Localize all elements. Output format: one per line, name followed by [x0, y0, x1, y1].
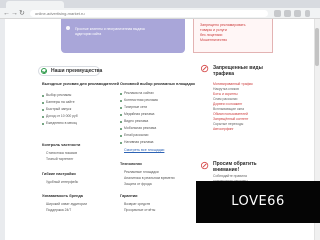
forbidden-item: Накрутка кликов — [213, 87, 239, 91]
warning-line: без лицензии — [200, 33, 223, 37]
list-item: Доход от 10 000 руб — [46, 114, 78, 118]
list-item: Email рассылки — [124, 133, 149, 137]
list-item: Точный таргетинг — [46, 157, 74, 161]
list-item: Ежедневно в месяц — [46, 121, 78, 125]
list-item: Рекламные площадки — [124, 170, 159, 174]
bullet-icon — [42, 95, 44, 97]
forbidden-title: Запрещенные виды трафика — [213, 65, 263, 77]
forbidden-item: Боты и скрипты — [213, 92, 238, 96]
back-icon[interactable]: ← — [3, 8, 10, 19]
forbidden-item: Спам рассылки — [213, 97, 238, 101]
list-item: Нативная реклама — [124, 140, 154, 144]
forward-icon[interactable]: → — [11, 8, 18, 19]
col2-heading-3: Гарантии — [120, 194, 138, 198]
list-item: Прозрачные отчёты — [124, 208, 156, 212]
bullet-icon — [42, 109, 44, 111]
banner-note-2: аудитории сайта — [75, 32, 102, 36]
scrollbar-thumb[interactable] — [315, 28, 319, 66]
warning-line: Запрещено рекламировать — [200, 23, 246, 27]
screen: ← → ↻ online-advertising-market.ru Прост… — [0, 0, 320, 240]
bullet-icon — [120, 135, 122, 137]
bullet-icon — [120, 142, 122, 144]
reload-icon[interactable]: ↻ — [19, 8, 25, 19]
bullet-icon — [42, 102, 44, 104]
profile-icon[interactable] — [294, 10, 301, 17]
banner-icon — [66, 26, 70, 30]
bullet-icon — [120, 121, 122, 123]
warning-icon: ⊘ — [200, 160, 210, 172]
extension-icon[interactable] — [284, 10, 291, 17]
bullet-icon — [120, 114, 122, 116]
bullet-icon — [42, 123, 44, 125]
col1-heading-2: Контроль частности — [42, 143, 81, 147]
list-item: Выбор рекламы — [46, 93, 72, 97]
list-item: Баннеры на сайте — [46, 100, 75, 104]
bullet-icon — [120, 93, 122, 95]
list-item: Медийная реклама — [124, 112, 155, 116]
col1-heading-4: Узнаваемость бренда — [42, 194, 83, 198]
watermark-text: LOVE66 — [231, 194, 285, 209]
attention-item: Соблюдайте правила — [213, 174, 247, 178]
list-item: Возврат средств — [124, 202, 151, 206]
list-item: Видео реклама — [124, 119, 149, 123]
forbidden-item: Скрытые переходы — [213, 122, 244, 126]
col2-heading: Основной выбор рекламных площадок — [120, 82, 196, 86]
forbidden-item: Дорвеи и клоакинг — [213, 102, 243, 106]
attention-title: Просим обратить внимание! — [213, 161, 257, 173]
prohibited-icon: ⊘ — [200, 63, 210, 75]
col1-heading-3: Гибкие настройки — [42, 172, 76, 176]
browser-tab[interactable] — [6, 1, 64, 8]
left-rail — [0, 19, 5, 240]
bullet-icon — [120, 107, 122, 109]
list-item: Удобный интерфейс — [46, 180, 79, 184]
check-icon — [41, 68, 47, 74]
bullet-icon — [42, 116, 44, 118]
warning-line: Мошенничество — [200, 38, 228, 42]
forbidden-item: Обман пользователей — [213, 112, 248, 116]
forbidden-item: Автосерфинг — [213, 127, 234, 131]
list-item: Контекстная реклама — [124, 98, 158, 102]
list-item: Мобильная реклама — [124, 126, 157, 130]
col2-heading-2: Технологии — [120, 162, 142, 166]
list-item: Статистика показов — [46, 151, 78, 155]
list-item: Тизерные сети — [124, 105, 148, 109]
col1-heading: Выгодные условия для рекламодателей — [42, 82, 119, 86]
list-item: Поддержка 24/7 — [46, 208, 72, 212]
warning-line: товары и услуги — [200, 28, 227, 32]
forbidden-item: Всплывающие окна — [213, 107, 245, 111]
list-item: Реклама на сайтах — [124, 91, 154, 95]
menu-icon[interactable] — [305, 10, 310, 17]
forbidden-item: Запрещённый контент — [213, 117, 249, 121]
list-item: Широкий охват аудитории — [46, 202, 87, 206]
bullet-icon — [120, 128, 122, 130]
list-item: Защита от фрода — [124, 182, 152, 186]
all-platforms-link[interactable]: Смотреть все площадки — [124, 148, 164, 153]
bullet-icon — [120, 100, 122, 102]
extension-icon[interactable] — [274, 10, 281, 17]
list-item: Аналитика в реальном времени — [124, 176, 175, 180]
advantages-title: Наши преимущества — [51, 68, 103, 74]
list-item: Быстрый запуск — [46, 107, 72, 111]
forbidden-item: Мотивированный трафик — [213, 82, 253, 86]
address-text: online-advertising-market.ru — [35, 11, 85, 16]
